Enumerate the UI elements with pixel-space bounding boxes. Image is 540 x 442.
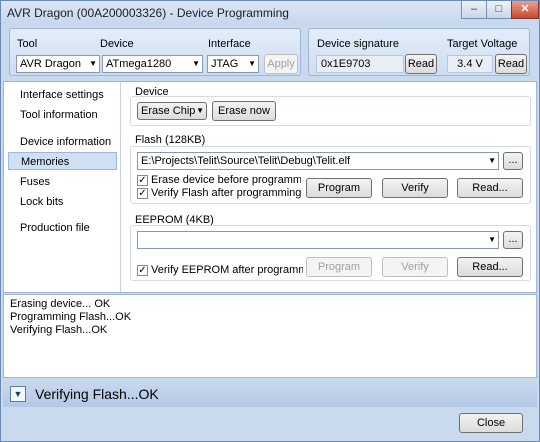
maximize-icon: □	[495, 3, 503, 15]
erase-mode-value: Erase Chip	[141, 105, 196, 117]
program-eeprom-button[interactable]: Program	[306, 257, 372, 277]
tool-label: Tool	[17, 38, 38, 50]
sidebar-item-lock-bits[interactable]: Lock bits	[8, 193, 117, 211]
erase-now-button[interactable]: Erase now	[212, 101, 276, 121]
close-button[interactable]: Close	[459, 413, 523, 433]
sidebar-item-fuses[interactable]: Fuses	[8, 173, 117, 191]
log-line: Programming Flash...OK	[10, 311, 132, 323]
program-flash-button[interactable]: Program	[306, 178, 372, 198]
device-label: Device	[100, 38, 134, 50]
tool-select[interactable]: AVR Dragon ▼	[16, 55, 100, 73]
chevron-down-icon: ▼	[13, 389, 23, 399]
tool-select-value: AVR Dragon	[20, 58, 81, 70]
output-log: Erasing device... OK Programming Flash..…	[3, 294, 537, 378]
chevron-down-icon: ▼	[488, 235, 496, 244]
flash-file-path: E:\Projects\Telit\Source\Telit\Debug\Tel…	[141, 155, 351, 167]
flash-file-select[interactable]: E:\Projects\Telit\Source\Telit\Debug\Tel…	[137, 152, 499, 170]
erase-mode-select[interactable]: Erase Chip ▼	[137, 102, 207, 120]
log-line: Erasing device... OK	[10, 298, 111, 310]
sidebar-item-production-file[interactable]: Production file	[8, 219, 117, 237]
device-select[interactable]: ATmega1280 ▼	[102, 55, 203, 73]
signature-value: 0x1E9703	[316, 55, 404, 73]
log-line: Verifying Flash...OK	[10, 324, 108, 336]
status-text: Verifying Flash...OK	[35, 386, 159, 402]
flash-group: E:\Projects\Telit\Source\Telit\Debug\Tel…	[130, 146, 531, 204]
chevron-down-icon: ▼	[488, 156, 496, 165]
sidebar-item-tool-information[interactable]: Tool information	[8, 106, 117, 124]
read-voltage-button[interactable]: Read	[495, 54, 527, 74]
voltage-value: 3.4 V	[447, 55, 493, 73]
minimize-button[interactable]: –	[461, 1, 487, 19]
status-bar: ▼ Verifying Flash...OK	[3, 381, 537, 407]
erase-before-checkbox[interactable]: ✓	[137, 175, 148, 186]
verify-eeprom-button[interactable]: Verify	[382, 257, 448, 277]
main-panel: Interface settings Tool information Devi…	[3, 81, 537, 293]
dialog-footer: Close	[1, 408, 539, 441]
sidebar-item-device-information[interactable]: Device information	[8, 133, 117, 151]
expand-log-button[interactable]: ▼	[10, 386, 26, 402]
sidebar-nav: Interface settings Tool information Devi…	[4, 82, 121, 292]
verify-flash-button[interactable]: Verify	[382, 178, 448, 198]
signature-panel: Device signature 0x1E9703 Read Target Vo…	[308, 28, 530, 76]
minimize-icon: –	[470, 3, 478, 15]
interface-select-value: JTAG	[211, 58, 239, 70]
chevron-down-icon: ▼	[248, 59, 256, 68]
flash-group-label: Flash (128KB)	[135, 134, 206, 146]
verify-eeprom-label: Verify EEPROM after programming	[151, 264, 303, 276]
title-bar: AVR Dragon (00A200003326) - Device Progr…	[1, 1, 539, 25]
window-title: AVR Dragon (00A200003326) - Device Progr…	[7, 6, 289, 20]
verify-flash-label: Verify Flash after programming	[151, 187, 301, 199]
sidebar-item-memories[interactable]: Memories	[8, 152, 117, 170]
close-window-button[interactable]: ✕	[511, 1, 539, 19]
apply-button[interactable]: Apply	[264, 54, 298, 74]
device-select-value: ATmega1280	[106, 58, 172, 70]
flash-browse-button[interactable]: ...	[503, 152, 523, 170]
eeprom-group: ▼ ... ✓ Verify EEPROM after programming …	[130, 225, 531, 281]
erase-before-label: Erase device before programming	[151, 174, 301, 186]
verify-flash-checkbox[interactable]: ✓	[137, 188, 148, 199]
sidebar-item-interface-settings[interactable]: Interface settings	[8, 86, 117, 104]
voltage-label: Target Voltage	[447, 38, 518, 50]
program-dialog: AVR Dragon (00A200003326) - Device Progr…	[0, 0, 540, 442]
maximize-button[interactable]: □	[486, 1, 512, 19]
read-flash-button[interactable]: Read...	[457, 178, 523, 198]
chevron-down-icon: ▼	[196, 106, 204, 115]
read-eeprom-button[interactable]: Read...	[457, 257, 523, 277]
chevron-down-icon: ▼	[192, 59, 200, 68]
verify-eeprom-checkbox[interactable]: ✓	[137, 265, 148, 276]
eeprom-browse-button[interactable]: ...	[503, 231, 523, 249]
signature-label: Device signature	[317, 38, 399, 50]
device-group: Erase Chip ▼ Erase now	[130, 96, 531, 126]
tool-panel: Tool AVR Dragon ▼ Device ATmega1280 ▼ In…	[9, 28, 301, 76]
close-icon: ✕	[520, 3, 530, 15]
interface-select[interactable]: JTAG ▼	[207, 55, 259, 73]
interface-label: Interface	[208, 38, 251, 50]
read-signature-button[interactable]: Read	[405, 54, 437, 74]
eeprom-file-select[interactable]: ▼	[137, 231, 499, 249]
chevron-down-icon: ▼	[89, 59, 97, 68]
